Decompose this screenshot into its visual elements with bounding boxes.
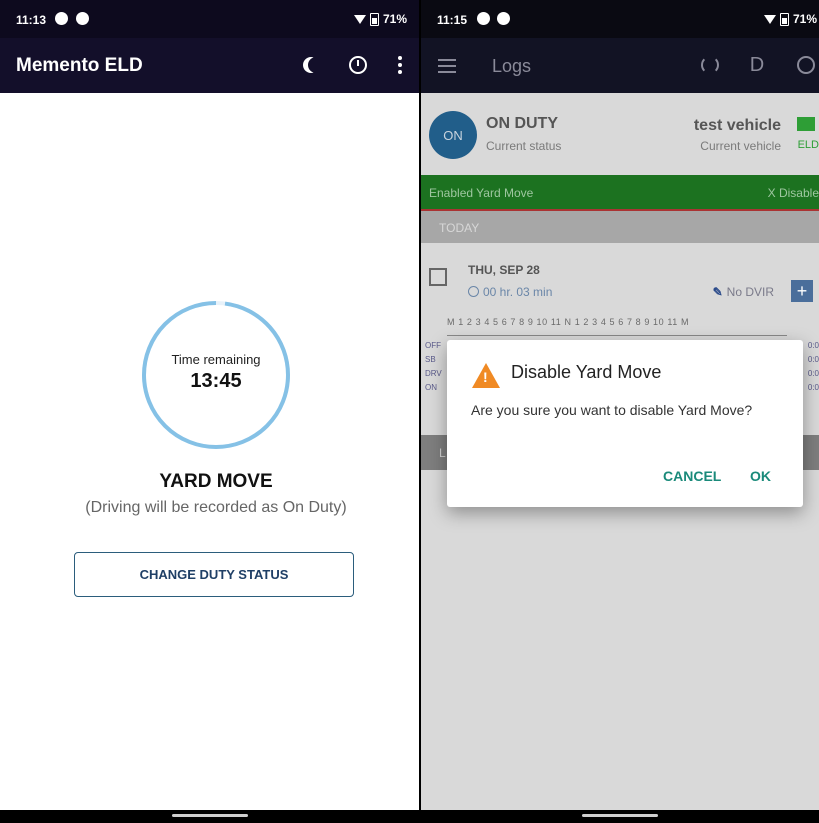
grid-row-label: SB xyxy=(425,355,436,364)
home-handle[interactable] xyxy=(582,814,658,817)
disable-yard-move-button[interactable]: X Disable xyxy=(768,186,819,200)
grid-row-value: 0:0 xyxy=(807,383,819,392)
wifi-icon xyxy=(763,14,776,24)
dialog-title: Disable Yard Move xyxy=(511,362,662,382)
grid-row-value: 0:0 xyxy=(807,355,819,364)
yard-move-screen: 11:13 71% Memento ELD Time remaining 13:… xyxy=(0,0,419,823)
yard-move-label: Enabled Yard Move xyxy=(429,186,534,200)
eld-connection-icon xyxy=(797,117,815,131)
grid-row-label: DRV xyxy=(425,369,442,378)
today-label: TODAY xyxy=(439,221,480,235)
battery-percent: 71% xyxy=(382,12,407,26)
battery-icon xyxy=(369,12,379,26)
warning-icon xyxy=(472,363,500,388)
log-date: THU, SEP 28 xyxy=(468,263,540,277)
alarm-icon[interactable] xyxy=(793,52,819,78)
duty-status-title: YARD MOVE xyxy=(159,471,273,492)
alarm-icon[interactable] xyxy=(345,52,371,78)
clock-icon xyxy=(468,286,479,297)
notification-icon xyxy=(76,12,89,25)
duty-status-subtitle: (Driving will be recorded as On Duty) xyxy=(85,499,347,516)
section-header: TODAY xyxy=(421,211,819,243)
battery-percent: 71% xyxy=(792,12,817,26)
notification-icon xyxy=(497,12,510,25)
d-action-button[interactable]: D xyxy=(744,52,770,78)
duty-title: ON DUTY xyxy=(486,115,558,132)
duty-subtitle: Current status xyxy=(486,139,562,153)
wifi-icon xyxy=(353,14,366,24)
timer-label: Time remaining xyxy=(171,352,261,367)
status-bar: 11:13 71% xyxy=(0,0,419,38)
dvir-status[interactable]: ✎ No DVIR xyxy=(713,285,774,299)
notification-icon xyxy=(477,12,490,25)
status-time: 11:13 xyxy=(16,13,47,27)
timer-value: 13:45 xyxy=(190,370,242,392)
sync-icon[interactable] xyxy=(697,52,723,78)
log-duration: 00 hr. 03 min xyxy=(468,285,552,299)
yard-move-bar: Enabled Yard Move X Disable xyxy=(421,175,819,211)
home-handle[interactable] xyxy=(171,814,248,817)
battery-icon xyxy=(779,12,789,26)
nav-bar xyxy=(0,810,419,823)
vehicle-subtitle: Current vehicle xyxy=(700,139,781,153)
add-button[interactable]: + xyxy=(791,280,813,302)
wrench-icon: ✎ xyxy=(712,285,723,299)
grid-row-value: 0:0 xyxy=(807,369,819,378)
disable-yard-move-dialog: Disable Yard Move Are you sure you want … xyxy=(447,340,803,507)
grid-row-label: ON xyxy=(425,383,437,392)
section-label: L xyxy=(439,446,446,460)
vehicle-name: test vehicle xyxy=(693,117,781,134)
change-duty-status-button[interactable]: CHANGE DUTY STATUS xyxy=(74,552,354,597)
grid-row-value: 0:0 xyxy=(807,341,819,350)
eld-label: ELD xyxy=(797,139,819,151)
nav-bar xyxy=(421,810,819,823)
menu-icon[interactable] xyxy=(438,59,456,77)
app-bar: Logs D xyxy=(421,38,819,93)
notification-icon xyxy=(55,12,68,25)
more-vert-icon[interactable] xyxy=(387,52,413,78)
ok-button[interactable]: OK xyxy=(750,468,771,484)
app-bar: Memento ELD xyxy=(0,38,419,93)
status-bar: 11:15 71% xyxy=(421,0,819,38)
current-status-card: ON ON DUTY Current status test vehicle C… xyxy=(421,93,819,175)
hours-scale: M 1 2 3 4 5 6 7 8 9 10 11 N 1 2 3 4 5 6 … xyxy=(447,317,690,327)
moon-icon[interactable] xyxy=(298,52,324,78)
day-checkbox[interactable] xyxy=(429,268,447,286)
status-badge[interactable]: ON xyxy=(429,111,477,159)
status-time: 11:15 xyxy=(437,13,468,27)
grid-row-label: OFF xyxy=(425,341,441,350)
app-title: Memento ELD xyxy=(16,55,143,76)
cancel-button[interactable]: CANCEL xyxy=(663,468,721,484)
app-title: Logs xyxy=(492,56,532,76)
dialog-message: Are you sure you want to disable Yard Mo… xyxy=(471,402,753,418)
